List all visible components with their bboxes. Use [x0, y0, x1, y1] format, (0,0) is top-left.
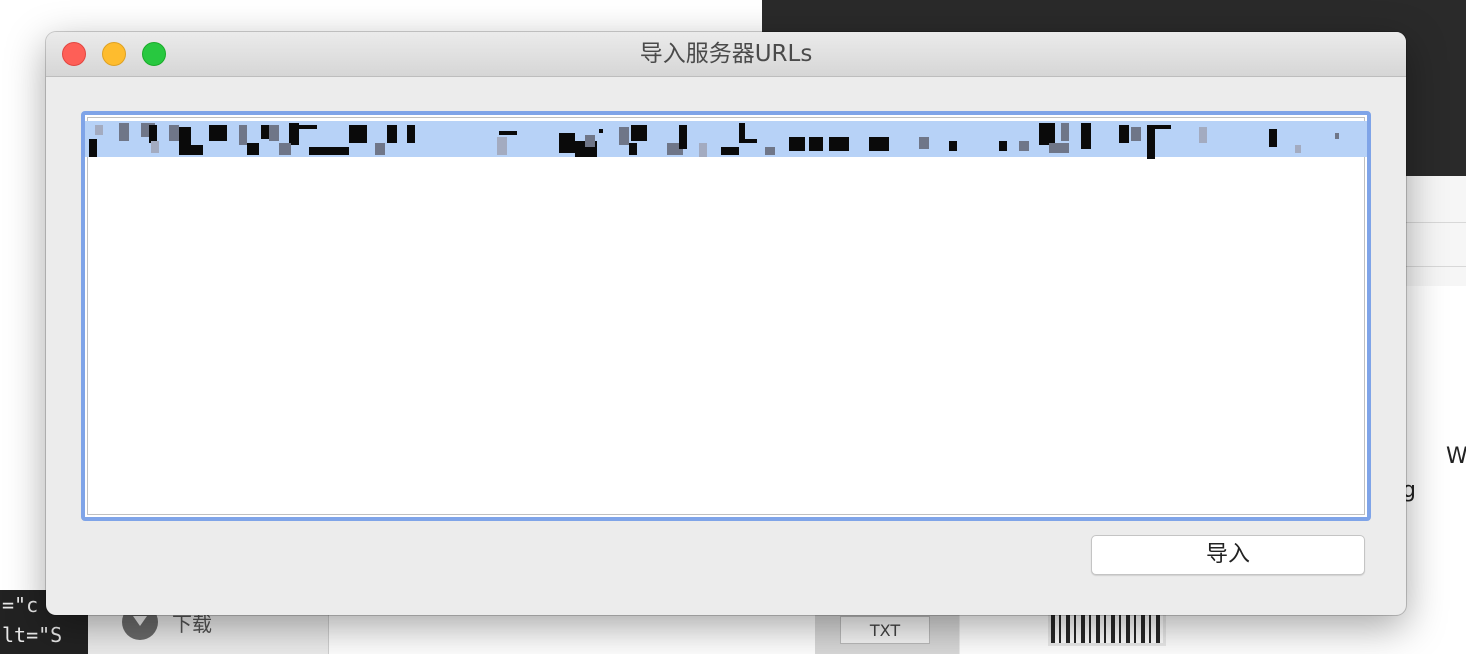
redacted-text	[1081, 123, 1091, 149]
redacted-text	[209, 125, 227, 141]
redacted-text	[151, 141, 159, 153]
redacted-text	[721, 147, 739, 155]
redacted-text	[497, 137, 507, 155]
redacted-text	[279, 143, 291, 155]
background-partial-text: W	[1446, 444, 1466, 469]
redacted-text	[169, 125, 179, 141]
background-divider	[1406, 266, 1466, 267]
redacted-text	[1269, 129, 1277, 147]
redacted-text	[1295, 145, 1301, 153]
redacted-text	[739, 139, 757, 143]
redacted-text	[585, 135, 595, 147]
redacted-text	[1153, 125, 1171, 129]
redacted-text	[1061, 123, 1069, 141]
redacted-text	[1049, 143, 1069, 153]
redacted-text	[765, 147, 775, 155]
redacted-text	[599, 129, 603, 133]
redacted-text	[829, 137, 849, 151]
redacted-text	[387, 125, 397, 143]
redacted-text	[247, 143, 259, 155]
redacted-text	[89, 139, 97, 157]
redacted-text	[375, 143, 385, 155]
redacted-text	[679, 125, 687, 149]
selected-text-line	[85, 121, 1367, 159]
redacted-text	[919, 137, 929, 149]
redacted-text	[239, 125, 247, 145]
redacted-text	[619, 127, 629, 145]
redacted-text	[869, 137, 889, 151]
redacted-text	[309, 147, 349, 155]
redacted-text	[269, 125, 279, 141]
title-bar[interactable]: 导入服务器URLs	[46, 32, 1406, 77]
redacted-text	[699, 143, 707, 157]
redacted-text	[1039, 123, 1055, 145]
redacted-text	[95, 125, 103, 135]
background-divider	[1406, 222, 1466, 223]
redacted-text	[299, 125, 317, 129]
redacted-text	[407, 125, 415, 143]
url-input-focus-ring	[81, 111, 1371, 521]
redacted-text	[1119, 125, 1129, 143]
redacted-text	[629, 143, 637, 155]
redacted-text	[809, 137, 823, 151]
redacted-text	[179, 145, 203, 155]
txt-button[interactable]: TXT	[840, 616, 930, 644]
redacted-text	[999, 141, 1007, 151]
redacted-text	[949, 141, 957, 151]
import-button[interactable]: 导入	[1091, 535, 1365, 575]
import-server-urls-window: 导入服务器URLs 导入	[46, 32, 1406, 615]
url-textarea[interactable]	[87, 117, 1365, 515]
redacted-text	[179, 127, 191, 145]
redacted-text	[1199, 127, 1207, 143]
redacted-text	[119, 123, 129, 141]
code-line: lt="S	[2, 623, 63, 647]
redacted-text	[1335, 133, 1339, 139]
redacted-text	[631, 125, 647, 141]
redacted-text	[349, 125, 367, 143]
window-title: 导入服务器URLs	[639, 41, 813, 67]
redacted-text	[1019, 141, 1029, 151]
redacted-text	[499, 131, 517, 135]
redacted-text	[1131, 127, 1141, 141]
redacted-text	[289, 123, 299, 145]
redacted-text	[1147, 125, 1155, 159]
redacted-text	[559, 133, 575, 153]
redacted-text	[789, 137, 805, 151]
